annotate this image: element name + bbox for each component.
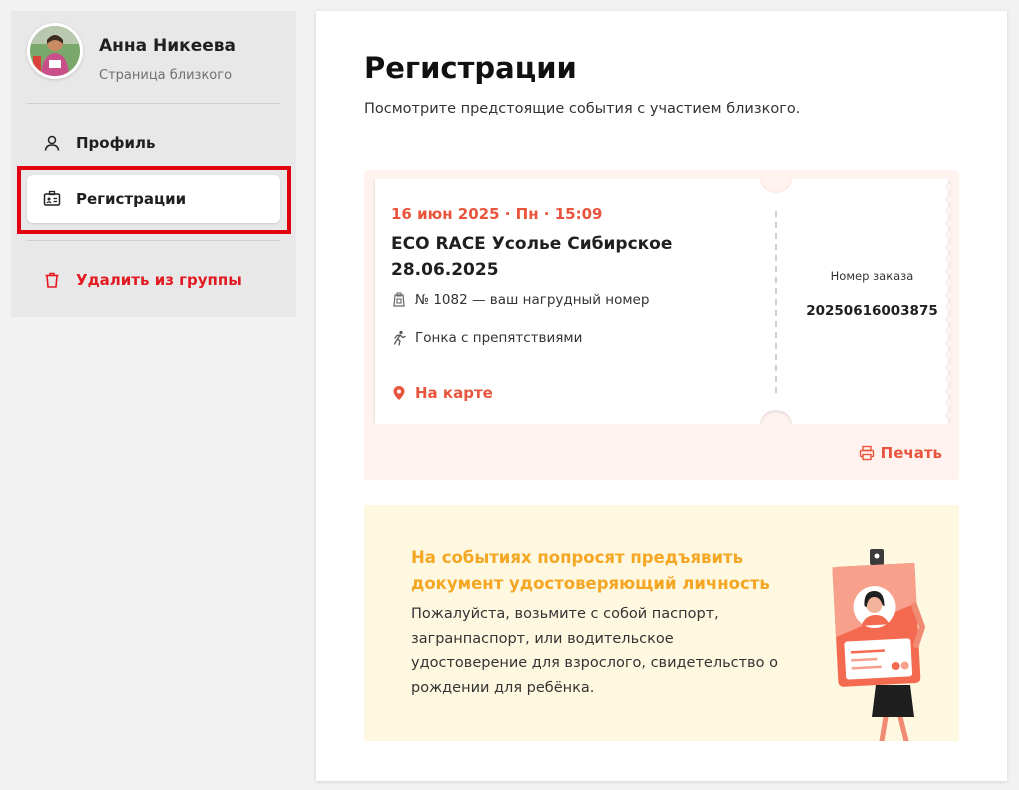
map-pin-icon	[393, 386, 405, 400]
race-type: Гонка с препятствиями	[415, 330, 583, 346]
map-link[interactable]: На карте	[391, 384, 493, 402]
bib-row: № 1082 — ваш нагрудный номер	[391, 292, 649, 308]
race-type-row: Гонка с препятствиями	[391, 330, 582, 346]
bib-icon	[393, 292, 405, 307]
user-header: Анна Никеева Страница близкого	[27, 23, 287, 83]
notice-title: На событиях попросят предъявить документ…	[411, 548, 770, 593]
id-card-icon	[43, 190, 61, 206]
main-panel: Регистрации Посмотрите предстоящие событ…	[316, 11, 1007, 781]
user-icon	[44, 135, 60, 151]
order-number: 20250616003875	[806, 303, 938, 319]
nav-item-profile-label: Профиль	[76, 134, 156, 152]
print-label: Печать	[880, 444, 942, 462]
registration-block: 16 июн 2025 · Пн · 15:09 ECO RACE Усолье…	[364, 170, 959, 480]
nav-item-registrations-label: Регистрации	[76, 190, 187, 208]
event-name: ECO RACE Усолье Сибирское 28.06.2025	[391, 234, 673, 280]
divider	[27, 103, 280, 104]
document-notice: На событиях попросят предъявить документ…	[364, 505, 959, 741]
trash-icon	[45, 272, 59, 288]
ticket-card[interactable]: 16 июн 2025 · Пн · 15:09 ECO RACE Усолье…	[372, 179, 952, 424]
page-title: Регистрации	[364, 51, 577, 85]
avatar	[27, 23, 83, 79]
page-subtitle: Посмотрите предстоящие события с участие…	[364, 101, 801, 117]
id-badge-illustration	[832, 549, 926, 741]
remove-from-group-button[interactable]: Удалить из группы	[27, 256, 280, 304]
print-button[interactable]: Печать	[859, 444, 942, 462]
sidebar: Анна Никеева Страница близкого Профиль Р…	[11, 11, 296, 317]
bib-number: № 1082 — ваш нагрудный номер	[415, 292, 650, 308]
nav-item-registrations[interactable]: Регистрации	[27, 175, 280, 223]
notice-text: Пожалуйста, возьмите с собой паспорт, за…	[411, 606, 778, 696]
order-number-label: Номер заказа	[830, 269, 914, 283]
event-date: 16 июн 2025 · Пн · 15:09	[391, 205, 603, 223]
map-link-label: На карте	[415, 384, 493, 402]
runner-icon	[393, 330, 406, 346]
divider	[27, 240, 280, 241]
remove-from-group-label: Удалить из группы	[76, 271, 242, 289]
nav-item-profile[interactable]: Профиль	[27, 119, 280, 167]
user-name: Анна Никеева	[99, 36, 237, 56]
printer-icon	[859, 445, 874, 461]
user-subtitle: Страница близкого	[99, 68, 233, 83]
